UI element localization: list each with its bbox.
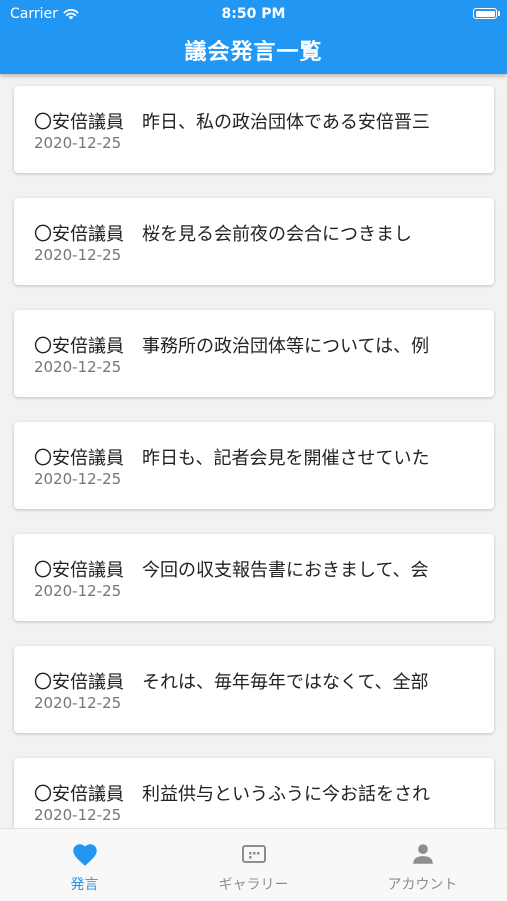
status-bar: Carrier 8:50 PM xyxy=(0,0,507,28)
speech-card[interactable]: 〇安倍議員 事務所の政治団体等については、例 2020-12-25 xyxy=(14,310,494,397)
speech-date: 2020-12-25 xyxy=(34,582,122,600)
speech-date: 2020-12-25 xyxy=(34,806,122,824)
speech-card[interactable]: 〇安倍議員 利益供与というふうに今お話をされ 2020-12-25 xyxy=(14,758,494,828)
heart-icon xyxy=(72,843,97,866)
speech-list[interactable]: 〇安倍議員 昨日、私の政治団体である安倍晋三 2020-12-25 〇安倍議員 … xyxy=(0,74,507,828)
speech-text: 〇安倍議員 昨日、私の政治団体である安倍晋三 xyxy=(34,112,430,133)
app-bar: Carrier 8:50 PM 議会発言一覧 xyxy=(0,0,507,74)
speech-card[interactable]: 〇安倍議員 それは、毎年毎年ではなくて、全部 2020-12-25 xyxy=(14,646,494,733)
tab-gallery[interactable]: ギャラリー xyxy=(169,829,338,901)
speech-text: 〇安倍議員 昨日も、記者会見を開催させていた xyxy=(34,448,430,469)
speech-date: 2020-12-25 xyxy=(34,246,122,264)
speech-text: 〇安倍議員 利益供与というふうに今お話をされ xyxy=(34,784,430,805)
page-title: 議会発言一覧 xyxy=(184,40,323,65)
speech-card[interactable]: 〇安倍議員 昨日、私の政治団体である安倍晋三 2020-12-25 xyxy=(14,86,494,173)
tab-label: アカウント xyxy=(387,877,458,893)
speech-date: 2020-12-25 xyxy=(34,694,122,712)
speech-card[interactable]: 〇安倍議員 昨日も、記者会見を開催させていた 2020-12-25 xyxy=(14,422,494,509)
tab-label: ギャラリー xyxy=(218,877,289,893)
speech-date: 2020-12-25 xyxy=(34,358,122,376)
speech-card[interactable]: 〇安倍議員 今回の収支報告書におきまして、会 2020-12-25 xyxy=(14,534,494,621)
status-time: 8:50 PM xyxy=(221,6,286,22)
speech-text: 〇安倍議員 今回の収支報告書におきまして、会 xyxy=(34,560,429,581)
speech-date: 2020-12-25 xyxy=(34,134,122,152)
speech-text: 〇安倍議員 桜を見る会前夜の会合につきまし xyxy=(34,224,412,245)
gallery-icon xyxy=(241,845,266,863)
speech-text: 〇安倍議員 それは、毎年毎年ではなくて、全部 xyxy=(34,672,429,693)
tab-speeches[interactable]: 発言 xyxy=(0,829,169,901)
speech-card[interactable]: 〇安倍議員 桜を見る会前夜の会合につきまし 2020-12-25 xyxy=(14,198,494,285)
speech-date: 2020-12-25 xyxy=(34,470,122,488)
speech-text: 〇安倍議員 事務所の政治団体等については、例 xyxy=(34,336,430,357)
tab-label: 発言 xyxy=(70,877,99,893)
person-icon xyxy=(412,844,433,864)
bottom-tab-bar: 発言 ギャラリー アカウント xyxy=(0,828,507,901)
battery-icon xyxy=(473,8,500,19)
tab-account[interactable]: アカウント xyxy=(338,829,507,901)
